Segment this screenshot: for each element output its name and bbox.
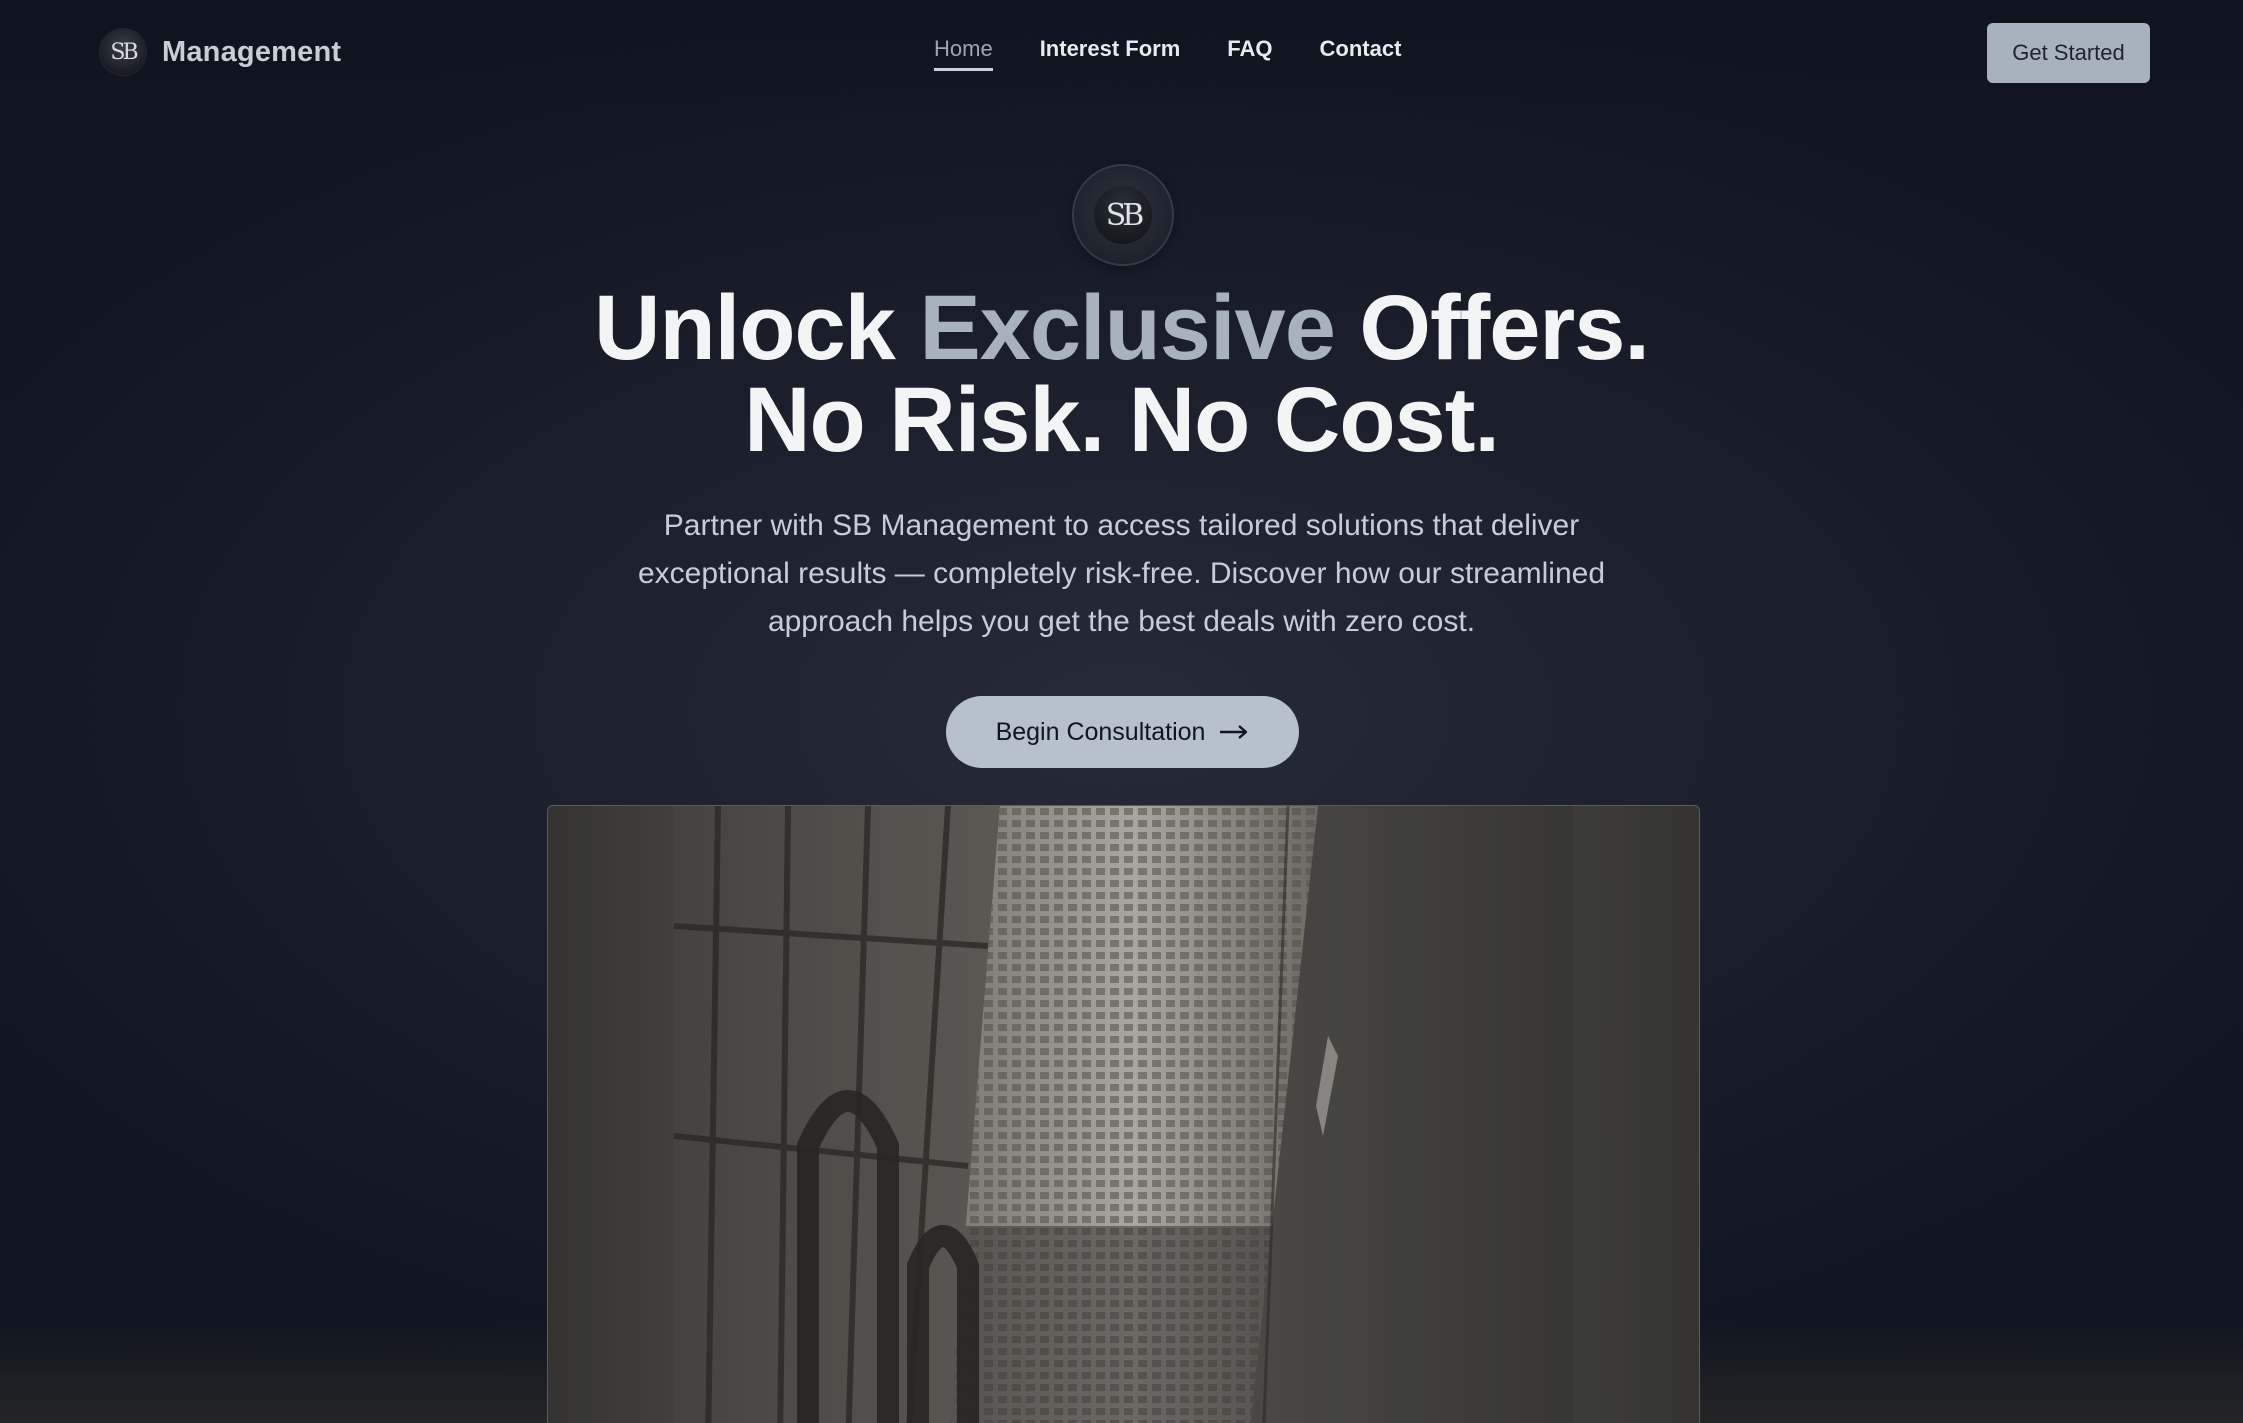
headline-line-2: No Risk. No Cost. [744,369,1500,471]
get-started-button[interactable]: Get Started [1987,23,2150,83]
nav-link-interest-form[interactable]: Interest Form [1040,36,1181,71]
brand-logo-initials: SB [110,39,138,65]
hero-headline: Unlock Exclusive Offers. No Risk. No Cos… [0,282,2243,466]
arrow-right-icon [1220,725,1248,739]
hero-logo-badge: SB [1074,166,1172,264]
main-nav: Home Interest Form FAQ Contact [934,36,1401,71]
sb-logo-icon: SB [100,29,146,75]
hero-logo-initials: SB [1105,197,1145,233]
headline-offers: Offers. [1359,277,1650,379]
building-photo [548,806,1699,1423]
begin-consultation-label: Begin Consultation [995,717,1206,746]
navbar: SB Management Home Interest Form FAQ Con… [0,0,2243,104]
nav-link-home[interactable]: Home [934,36,993,71]
brand-home-link[interactable]: SB Management [100,29,341,75]
begin-consultation-button[interactable]: Begin Consultation [946,696,1299,768]
hero-building-image [547,805,1700,1423]
headline-exclusive: Exclusive [919,277,1336,379]
nav-link-contact[interactable]: Contact [1320,36,1402,71]
headline-line-1: Unlock Exclusive Offers. [0,282,2243,374]
brand-name: Management [162,35,342,68]
nav-link-faq[interactable]: FAQ [1227,36,1272,71]
hero-description: Partner with SB Management to access tai… [637,509,1606,638]
sb-logo-icon: SB [1094,186,1152,244]
headline-unlock: Unlock [594,277,896,379]
